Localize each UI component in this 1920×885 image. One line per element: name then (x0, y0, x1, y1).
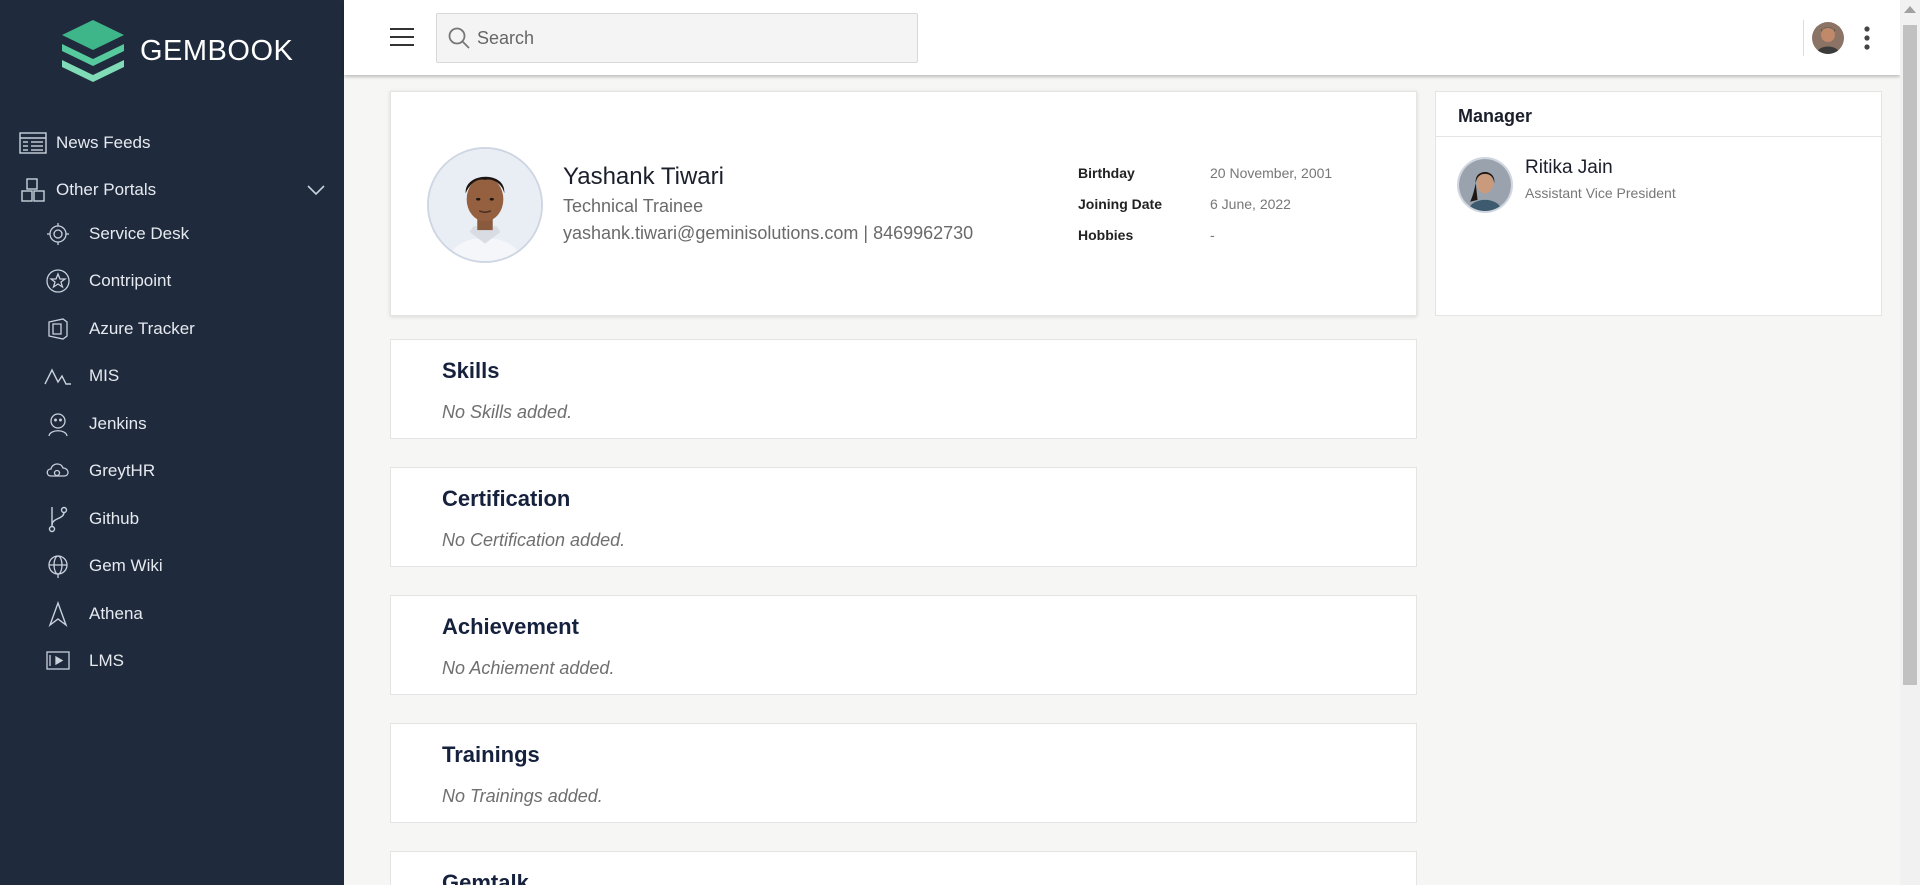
sidebar-item-label: Jenkins (89, 414, 147, 433)
trainings-section: Trainings No Trainings added. (390, 723, 1417, 823)
azure-icon (44, 315, 72, 343)
manager-avatar-image (1459, 159, 1511, 211)
scroll-up-arrow-icon[interactable] (1904, 6, 1916, 13)
user-avatar[interactable] (1812, 22, 1844, 54)
athena-icon (44, 600, 72, 628)
sidebar-item-label: Service Desk (89, 224, 190, 243)
manager-avatar[interactable] (1457, 157, 1513, 213)
skills-section: Skills No Skills added. (390, 339, 1417, 439)
sidebar-item-label: Contripoint (89, 271, 172, 290)
sidebar-item-news-feeds[interactable]: News Feeds (18, 130, 150, 156)
joining-date-label: Joining Date (1078, 196, 1163, 212)
sidebar-item-github[interactable]: Github (44, 505, 139, 533)
sidebar-item-label: MIS (89, 366, 120, 385)
certification-section: Certification No Certification added. (390, 467, 1417, 567)
sidebar-item-other-portals[interactable]: Other Portals (18, 177, 156, 203)
sidebar-item-jenkins[interactable]: Jenkins (44, 410, 147, 438)
sidebar-item-contripoint[interactable]: Contripoint (44, 267, 171, 295)
cloud-icon (44, 457, 72, 485)
user-avatar-image (1812, 22, 1844, 54)
section-empty-text: No Certification added. (442, 530, 626, 550)
sidebar-item-label: Azure Tracker (89, 319, 195, 338)
news-feed-icon (18, 130, 48, 156)
birthday-value: 20 November, 2001 (1210, 165, 1333, 181)
topbar-divider (1803, 20, 1804, 56)
star-icon (44, 267, 72, 295)
manager-divider (1436, 136, 1881, 137)
achievement-section: Achievement No Achiement added. (390, 595, 1417, 695)
brand-logo[interactable]: GEMBOOK (58, 18, 293, 84)
profile-card: Yashank Tiwari Technical Trainee yashank… (390, 91, 1417, 316)
sidebar-item-service-desk[interactable]: Service Desk (44, 220, 189, 248)
section-empty-text: No Trainings added. (442, 786, 603, 806)
sidebar-item-label: Other Portals (56, 180, 157, 199)
lms-icon (44, 647, 72, 675)
sidebar-item-gem-wiki[interactable]: Gem Wiki (44, 552, 163, 580)
sidebar-item-mis[interactable]: MIS (44, 362, 119, 390)
chevron-down-icon[interactable] (306, 180, 326, 200)
section-title: Certification (442, 486, 571, 511)
gear-icon (44, 220, 72, 248)
search-box[interactable] (436, 13, 918, 63)
globe-icon (44, 552, 72, 580)
hobbies-value: - (1210, 227, 1215, 243)
search-input[interactable] (477, 27, 897, 49)
manager-role: Assistant Vice President (1525, 185, 1676, 201)
section-empty-text: No Achiement added. (442, 658, 615, 678)
sidebar-item-label: News Feeds (56, 133, 151, 152)
search-icon (448, 27, 470, 49)
more-options-icon[interactable] (1862, 24, 1872, 52)
brand-name: GEMBOOK (140, 34, 294, 67)
profile-contact: yashank.tiwari@geminisolutions.com | 846… (563, 223, 974, 243)
sidebar-item-athena[interactable]: Athena (44, 600, 143, 628)
sidebar-item-greythr[interactable]: GreytHR (44, 457, 155, 485)
hobbies-label: Hobbies (1078, 227, 1134, 243)
section-title: Skills (442, 358, 500, 383)
profile-photo-image (429, 149, 541, 261)
section-title: Trainings (442, 742, 540, 767)
sidebar-item-label: GreytHR (89, 461, 156, 480)
sidebar-item-lms[interactable]: LMS (44, 647, 124, 675)
profile-photo (427, 147, 543, 263)
profile-role: Technical Trainee (563, 196, 704, 216)
manager-card: Manager Ritika Jain Assistant Vice Presi… (1435, 91, 1882, 316)
git-branch-icon (44, 505, 72, 533)
scrollbar-thumb[interactable] (1903, 25, 1917, 685)
section-title: Achievement (442, 614, 579, 639)
sidebar: GEMBOOK News Feeds Other Portals Service… (0, 0, 344, 885)
joining-date-value: 6 June, 2022 (1210, 196, 1291, 212)
section-empty-text: No Skills added. (442, 402, 573, 422)
sidebar-item-azure-tracker[interactable]: Azure Tracker (44, 315, 195, 343)
gemtalk-section: Gemtalk (390, 851, 1417, 885)
manager-name[interactable]: Ritika Jain (1525, 157, 1613, 179)
sidebar-item-label: Gem Wiki (89, 556, 163, 575)
sidebar-item-label: Athena (89, 604, 143, 623)
manager-title: Manager (1458, 106, 1533, 126)
portals-icon (18, 177, 48, 203)
profile-name: Yashank Tiwari (563, 163, 724, 190)
jenkins-icon (44, 410, 72, 438)
birthday-label: Birthday (1078, 165, 1135, 181)
hamburger-menu-icon[interactable] (389, 26, 415, 48)
top-bar (344, 0, 1900, 75)
chart-line-icon (44, 362, 72, 390)
sidebar-item-label: LMS (89, 651, 124, 670)
gembook-logo-icon (62, 20, 124, 82)
sidebar-item-label: Github (89, 509, 140, 528)
section-title: Gemtalk (442, 870, 529, 885)
